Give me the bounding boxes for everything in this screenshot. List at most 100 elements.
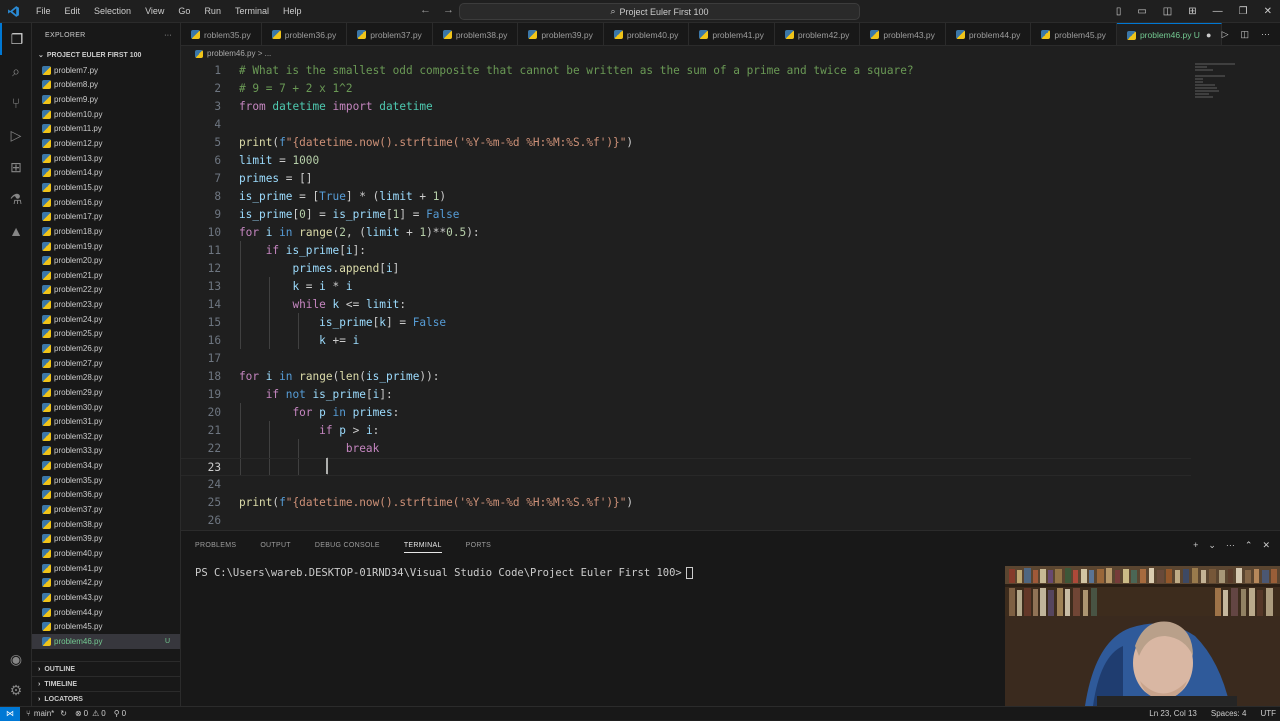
- editor-tab[interactable]: problem37.py: [347, 23, 433, 45]
- run-icon[interactable]: ▷: [1222, 29, 1229, 40]
- file-item[interactable]: problem12.py: [32, 136, 180, 151]
- file-item[interactable]: problem14.py: [32, 165, 180, 180]
- close-panel-icon[interactable]: ✕: [1262, 540, 1270, 551]
- menu-item-help[interactable]: Help: [276, 6, 309, 16]
- editor-tab[interactable]: problem45.py: [1031, 23, 1117, 45]
- panel-tab-problems[interactable]: PROBLEMS: [195, 542, 236, 553]
- file-item[interactable]: problem9.py: [32, 92, 180, 107]
- file-item[interactable]: problem23.py: [32, 297, 180, 312]
- editor-tab[interactable]: problem41.py: [689, 23, 775, 45]
- editor-tab[interactable]: problem39.py: [518, 23, 604, 45]
- customize-layout-icon[interactable]: ⊞: [1180, 6, 1204, 17]
- minimize-icon[interactable]: —: [1205, 6, 1231, 17]
- panel-tab-output[interactable]: OUTPUT: [260, 542, 291, 553]
- file-item[interactable]: problem27.py: [32, 356, 180, 371]
- file-item[interactable]: problem10.py: [32, 107, 180, 122]
- editor-tab[interactable]: problem42.py: [775, 23, 861, 45]
- file-item[interactable]: problem39.py: [32, 532, 180, 547]
- maximize-panel-icon[interactable]: ⌃: [1245, 540, 1253, 551]
- back-arrow-icon[interactable]: ←: [420, 4, 431, 16]
- sync-icon[interactable]: ↻: [60, 709, 67, 718]
- close-icon[interactable]: ✕: [1256, 6, 1280, 17]
- minimap[interactable]: [1195, 63, 1237, 103]
- file-item[interactable]: problem20.py: [32, 253, 180, 268]
- remote-explorer-icon[interactable]: ▲: [0, 215, 32, 247]
- menu-item-edit[interactable]: Edit: [58, 6, 88, 16]
- unsaved-dot-icon[interactable]: ●: [1206, 30, 1211, 40]
- more-actions-icon[interactable]: ···: [1261, 29, 1270, 40]
- terminal-output[interactable]: PS C:\Users\wareb.DESKTOP-01RND34\Visual…: [195, 567, 693, 579]
- code-editor[interactable]: 1 # What is the smallest odd composite th…: [181, 61, 1280, 530]
- file-item[interactable]: problem40.py: [32, 546, 180, 561]
- file-item[interactable]: problem37.py: [32, 502, 180, 517]
- editor-tab[interactable]: problem46.py U ●: [1116, 23, 1223, 45]
- menu-item-terminal[interactable]: Terminal: [228, 6, 276, 16]
- more-actions-icon[interactable]: ···: [1226, 540, 1235, 551]
- file-item[interactable]: problem25.py: [32, 327, 180, 342]
- remote-indicator-icon[interactable]: ⋈: [0, 706, 20, 721]
- file-item[interactable]: problem22.py: [32, 283, 180, 298]
- run-debug-icon[interactable]: ▷: [0, 119, 32, 151]
- panel-tab-terminal[interactable]: TERMINAL: [403, 542, 442, 553]
- file-item[interactable]: problem41.py: [32, 561, 180, 576]
- file-item[interactable]: problem17.py: [32, 209, 180, 224]
- file-item[interactable]: problem19.py: [32, 239, 180, 254]
- workspace-folder[interactable]: ⌄ PROJECT EULER FIRST 100: [32, 47, 180, 63]
- file-item[interactable]: problem32.py: [32, 429, 180, 444]
- file-item[interactable]: problem42.py: [32, 575, 180, 590]
- file-item[interactable]: problem21.py: [32, 268, 180, 283]
- source-control-icon[interactable]: ⑂: [0, 87, 32, 119]
- file-item[interactable]: problem26.py: [32, 341, 180, 356]
- extensions-icon[interactable]: ⊞: [0, 151, 32, 183]
- menu-item-go[interactable]: Go: [171, 6, 197, 16]
- command-center-search[interactable]: ⌕ Project Euler First 100: [459, 3, 860, 20]
- error-count[interactable]: 0: [84, 709, 88, 718]
- panel-tab-ports[interactable]: PORTS: [466, 542, 492, 553]
- file-item[interactable]: problem24.py: [32, 312, 180, 327]
- file-item[interactable]: problem11.py: [32, 122, 180, 137]
- file-item[interactable]: problem16.py: [32, 195, 180, 210]
- breadcrumb[interactable]: problem46.py > ...: [181, 46, 271, 61]
- sidebar-toggle-icon[interactable]: ◫: [1155, 6, 1180, 17]
- outline-section[interactable]: › OUTLINE: [32, 661, 181, 676]
- split-editor-icon[interactable]: ◫: [1240, 29, 1249, 40]
- file-item[interactable]: problem18.py: [32, 224, 180, 239]
- search-view-icon[interactable]: ⌕: [0, 55, 32, 87]
- menu-item-file[interactable]: File: [29, 6, 58, 16]
- file-item[interactable]: problem46.py U: [32, 633, 180, 649]
- chevron-down-icon[interactable]: ⌄: [1208, 540, 1216, 551]
- file-item[interactable]: problem43.py: [32, 590, 180, 605]
- editor-tab[interactable]: problem38.py: [433, 23, 519, 45]
- testing-icon[interactable]: ⚗: [0, 183, 32, 215]
- more-actions-icon[interactable]: ···: [164, 32, 172, 39]
- file-item[interactable]: problem31.py: [32, 414, 180, 429]
- editor-tab[interactable]: problem44.py: [946, 23, 1032, 45]
- warning-count[interactable]: 0: [101, 709, 105, 718]
- menu-item-selection[interactable]: Selection: [87, 6, 138, 16]
- editor-tab[interactable]: problem36.py: [262, 23, 348, 45]
- file-item[interactable]: problem15.py: [32, 180, 180, 195]
- new-terminal-icon[interactable]: +: [1193, 540, 1198, 551]
- file-item[interactable]: problem34.py: [32, 458, 180, 473]
- panel-toggle-icon[interactable]: ▭: [1129, 6, 1154, 17]
- manage-gear-icon[interactable]: ⚙: [0, 674, 32, 706]
- cursor-position[interactable]: Ln 23, Col 13: [1149, 709, 1197, 718]
- restore-icon[interactable]: ❐: [1231, 6, 1256, 17]
- file-item[interactable]: problem30.py: [32, 400, 180, 415]
- layout-toggle-icon[interactable]: ▯: [1108, 6, 1130, 17]
- encoding[interactable]: UTF: [1260, 709, 1276, 718]
- editor-tab[interactable]: roblem35.py: [181, 23, 262, 45]
- file-item[interactable]: problem38.py: [32, 517, 180, 532]
- file-item[interactable]: problem44.py: [32, 605, 180, 620]
- account-icon[interactable]: ◉: [0, 643, 32, 675]
- explorer-icon[interactable]: ❐: [0, 23, 32, 55]
- locators-section[interactable]: › LOCATORS: [32, 691, 181, 706]
- branch-name[interactable]: main*: [34, 709, 54, 718]
- file-item[interactable]: problem29.py: [32, 385, 180, 400]
- file-item[interactable]: problem33.py: [32, 444, 180, 459]
- indentation[interactable]: Spaces: 4: [1211, 709, 1247, 718]
- file-item[interactable]: problem36.py: [32, 488, 180, 503]
- file-item[interactable]: problem28.py: [32, 370, 180, 385]
- editor-tab[interactable]: problem40.py: [604, 23, 690, 45]
- file-item[interactable]: problem13.py: [32, 151, 180, 166]
